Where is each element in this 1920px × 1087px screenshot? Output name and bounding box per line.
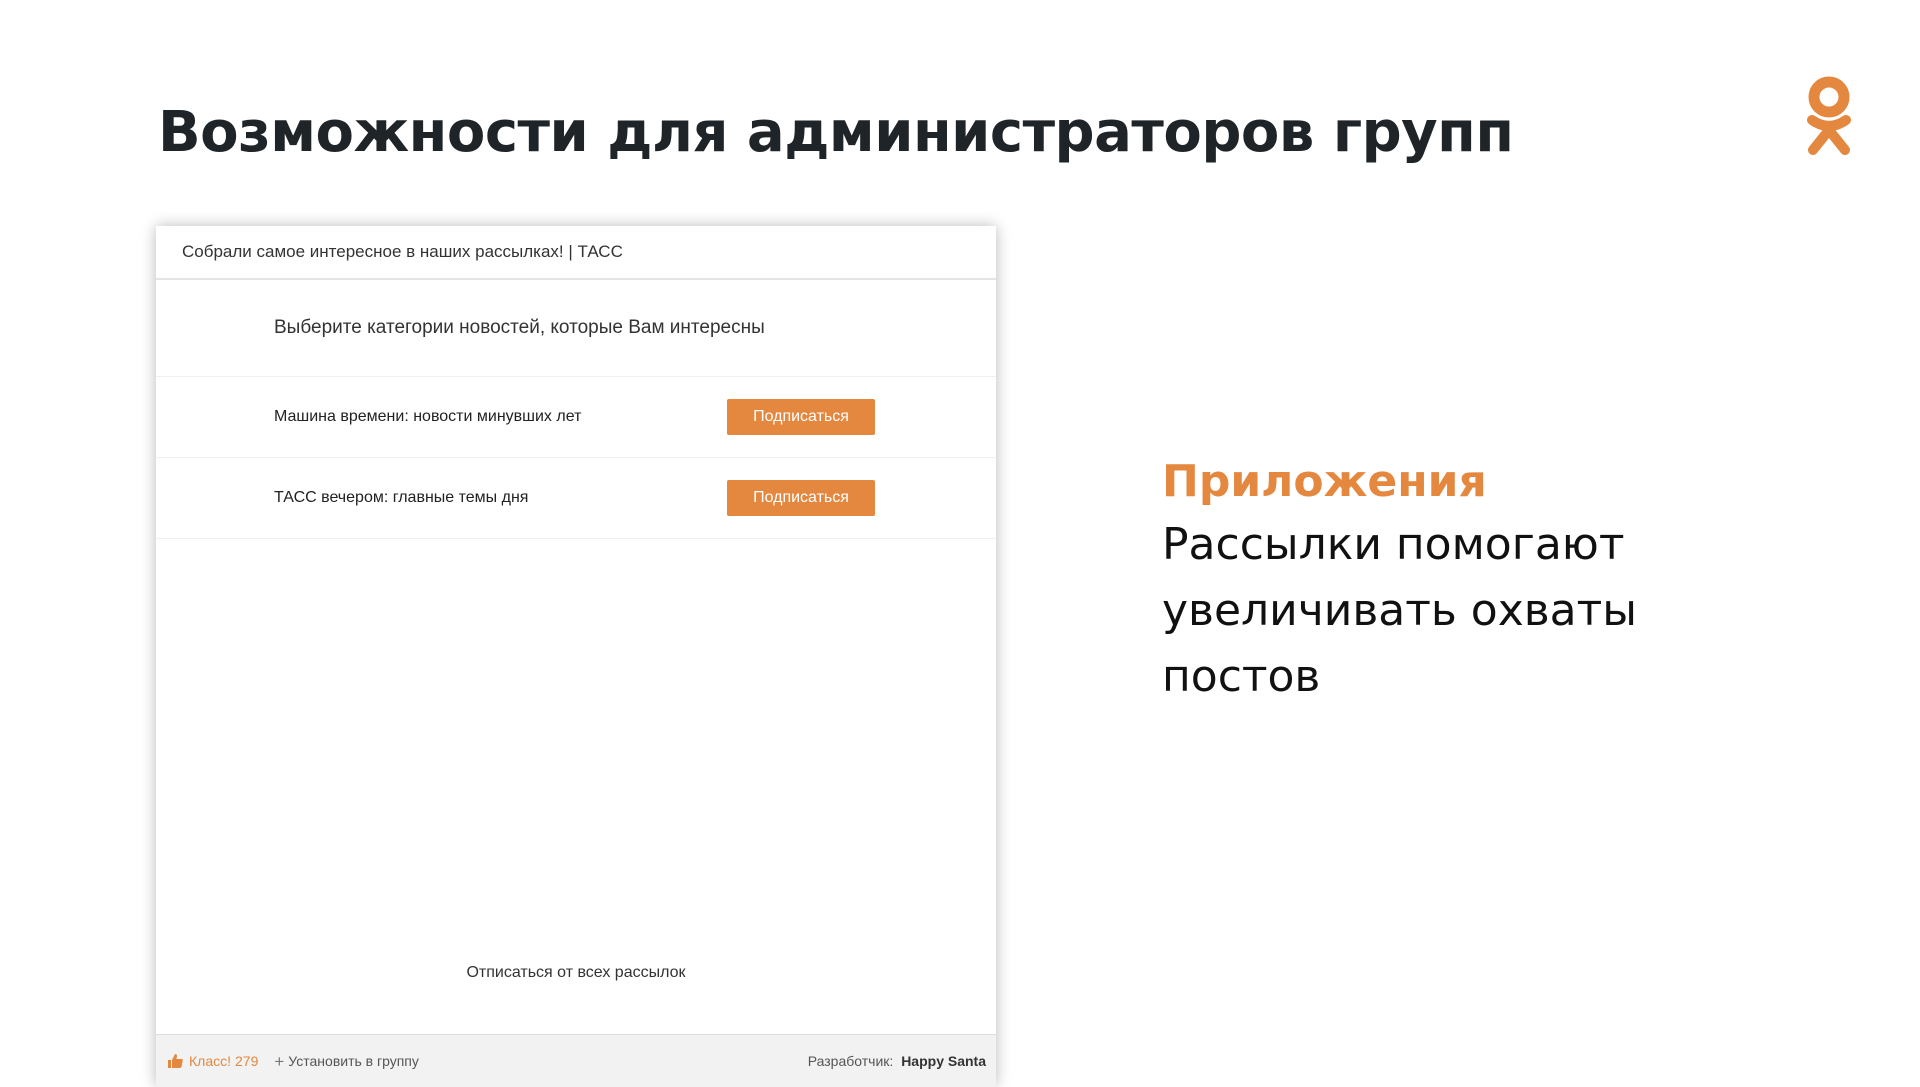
klass-button[interactable]: Класс! 279: [168, 1053, 258, 1069]
side-body-text: Рассылки помогают увеличивать охваты пос…: [1162, 519, 1638, 702]
install-label: Установить в группу: [288, 1053, 419, 1069]
install-to-group-button[interactable]: + Установить в группу: [274, 1053, 419, 1070]
categories-heading-text: Выберите категории новостей, которые Вам…: [274, 317, 765, 338]
app-header: Собрали самое интересное в наших рассылк…: [156, 226, 996, 280]
unsubscribe-all-link[interactable]: Отписаться от всех рассылок: [156, 964, 996, 982]
side-accent-title: Приложения: [1162, 456, 1487, 507]
developer-label: Разработчик:: [807, 1053, 894, 1069]
subscribe-button[interactable]: Подписаться: [727, 480, 875, 516]
klass-label: Класс!: [189, 1053, 231, 1069]
news-row-evening: ТАСС вечером: главные темы дня Подписать…: [156, 458, 996, 539]
side-text: Приложения Рассылки помогают увеличивать…: [1162, 452, 1682, 710]
subscribe-button[interactable]: Подписаться: [727, 399, 875, 435]
app-window: Собрали самое интересное в наших рассылк…: [156, 226, 996, 1087]
app-header-title: Собрали самое интересное в наших рассылк…: [182, 242, 623, 261]
news-row-time-machine: Машина времени: новости минувших лет Под…: [156, 377, 996, 458]
klass-count: 279: [235, 1053, 259, 1069]
thumbs-up-icon: [168, 1054, 183, 1068]
app-footer: Класс! 279 + Установить в группу Разрабо…: [156, 1034, 996, 1087]
developer-info: Разработчик: Happy Santa: [808, 1053, 986, 1069]
news-row-label: Машина времени: новости минувших лет: [274, 408, 582, 425]
slide-title: Возможности для администраторов групп: [158, 100, 1514, 165]
categories-heading: Выберите категории новостей, которые Вам…: [156, 280, 996, 377]
plus-icon: +: [274, 1051, 285, 1071]
odnoklassniki-logo-icon: [1807, 76, 1851, 155]
news-row-label: ТАСС вечером: главные темы дня: [274, 489, 529, 506]
developer-name[interactable]: Happy Santa: [901, 1053, 986, 1069]
